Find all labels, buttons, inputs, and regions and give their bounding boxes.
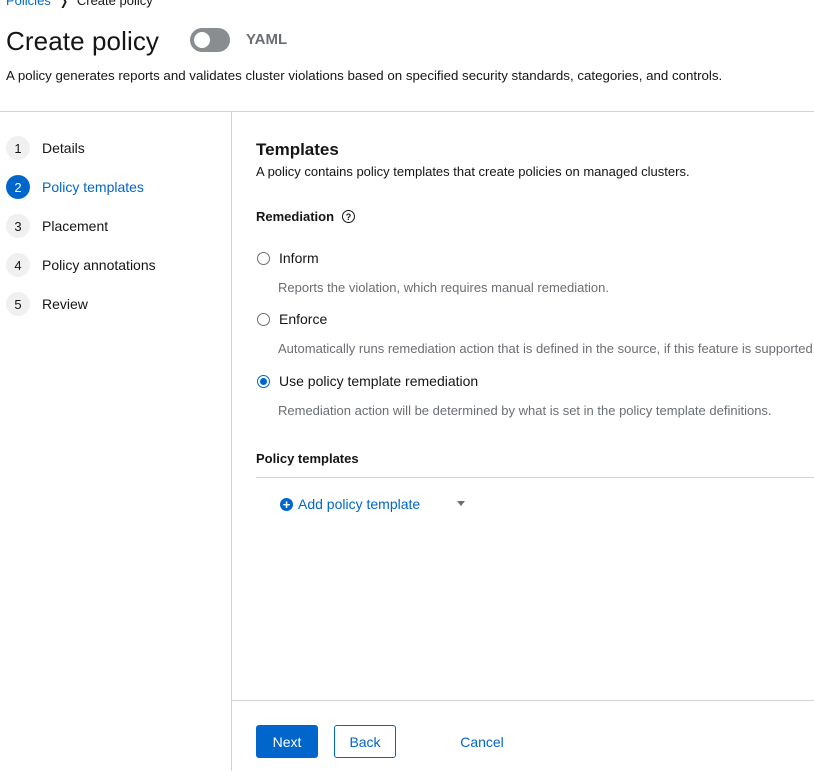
divider	[256, 477, 814, 478]
yaml-toggle-label: YAML	[246, 31, 288, 48]
step-number: 3	[6, 214, 30, 238]
radio-label: Inform	[279, 250, 319, 266]
breadcrumb-policies-link[interactable]: Policies	[6, 0, 51, 8]
remediation-policy-template-radio[interactable]: Use policy template remediation	[257, 373, 478, 389]
policy-templates-heading: Policy templates	[256, 451, 359, 466]
radio-button[interactable]	[257, 251, 270, 265]
step-label: Placement	[42, 218, 109, 234]
remediation-enforce-radio[interactable]: Enforce	[257, 311, 327, 327]
add-policy-template-button[interactable]: + Add policy template	[280, 496, 420, 512]
page-title: Create policy	[6, 26, 160, 56]
step-content: Templates A policy contains policy templ…	[232, 112, 814, 700]
question-circle-icon[interactable]: ?	[342, 210, 356, 223]
step-label: Policy annotations	[42, 257, 156, 273]
section-description: A policy contains policy templates that …	[256, 164, 690, 179]
add-policy-template-label: Add policy template	[298, 496, 421, 512]
caret-down-icon[interactable]	[457, 501, 465, 506]
cancel-button[interactable]: Cancel	[448, 725, 516, 758]
step-number: 4	[6, 253, 30, 277]
plus-circle-icon: +	[280, 497, 293, 511]
radio-button-selected[interactable]	[257, 374, 270, 388]
step-policy-annotations[interactable]: 4 Policy annotations	[6, 252, 156, 278]
step-label: Policy templates	[42, 179, 144, 195]
radio-description: Reports the violation, which requires ma…	[278, 280, 609, 295]
section-title: Templates	[256, 140, 339, 159]
breadcrumb-current: Create policy	[76, 0, 153, 8]
step-number: 2	[6, 175, 30, 199]
step-placement[interactable]: 3 Placement	[6, 213, 108, 239]
yaml-toggle[interactable]	[190, 28, 230, 52]
next-button[interactable]: Next	[256, 725, 318, 758]
wizard-footer: Next Back Cancel	[232, 700, 814, 772]
breadcrumb: Policies ❯ Create policy	[6, 0, 153, 8]
step-policy-templates[interactable]: 2 Policy templates	[6, 174, 144, 200]
radio-description: Automatically runs remediation action th…	[278, 341, 814, 356]
back-button[interactable]: Back	[334, 725, 396, 758]
radio-label: Use policy template remediation	[279, 373, 479, 389]
page-description: A policy generates reports and validates…	[6, 68, 723, 83]
radio-button[interactable]	[257, 312, 270, 326]
step-details[interactable]: 1 Details	[6, 135, 85, 161]
remediation-label: Remediation ?	[256, 209, 356, 224]
remediation-inform-radio[interactable]: Inform	[257, 250, 319, 266]
page-header: Policies ❯ Create policy Create policy Y…	[0, 0, 814, 112]
step-label: Details	[42, 140, 85, 156]
radio-label: Enforce	[279, 311, 328, 327]
wizard-steps-nav: 1 Details 2 Policy templates 3 Placement…	[0, 112, 232, 771]
step-label: Review	[42, 296, 88, 312]
step-number: 5	[6, 292, 30, 316]
toggle-knob	[194, 32, 210, 48]
remediation-label-text: Remediation	[256, 209, 335, 224]
step-review[interactable]: 5 Review	[6, 291, 88, 317]
chevron-right-icon: ❯	[59, 0, 68, 8]
radio-description: Remediation action will be determined by…	[278, 403, 772, 418]
step-number: 1	[6, 136, 30, 160]
